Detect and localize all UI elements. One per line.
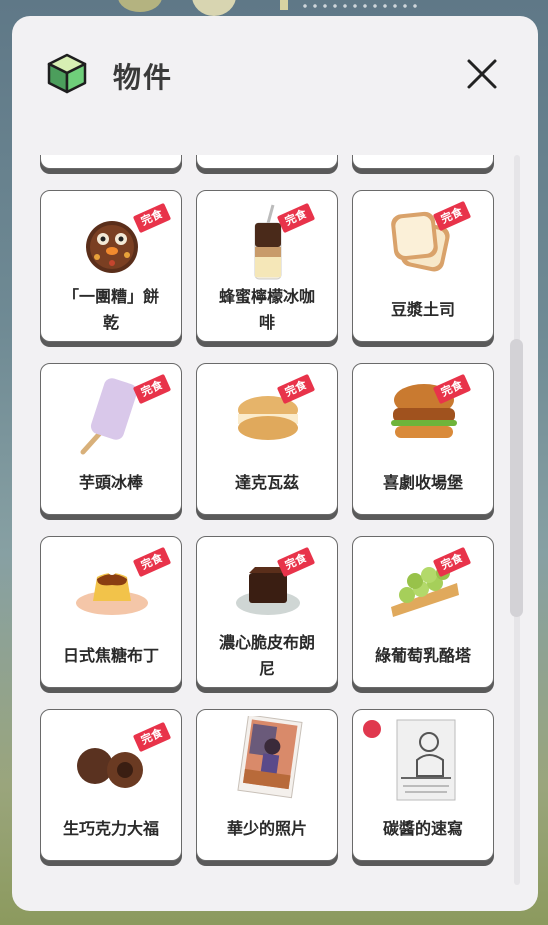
- toast-icon: [391, 211, 450, 272]
- item-card-partial[interactable]: [352, 155, 494, 169]
- item-card[interactable]: 完食 「一團糟」餅乾: [40, 190, 182, 342]
- background-decoration: [300, 2, 420, 10]
- item-label: 芋頭冰棒: [78, 473, 143, 492]
- item-card[interactable]: 完食 濃心脆皮布朗尼: [196, 536, 338, 688]
- item-card[interactable]: 完食 芋頭冰棒: [40, 363, 182, 515]
- background-decoration: [192, 0, 236, 16]
- item-label: 蜂蜜檸檬冰咖啡: [218, 287, 315, 332]
- item-card[interactable]: 完食 生巧克力大福: [40, 709, 182, 861]
- cube-icon: [47, 53, 87, 94]
- items-dialog: 物件 完食 「一團糟」餅乾 完食 蜂蜜檸檬冰咖 啡 完食 豆漿土司 完食 芋頭冰…: [12, 16, 538, 911]
- sketch-icon: [396, 719, 456, 801]
- item-label: 碳醬的速寫: [382, 819, 463, 838]
- item-label: 濃心脆皮布朗尼: [218, 633, 315, 678]
- item-label: 綠葡萄乳酪塔: [374, 646, 471, 665]
- item-label: 豆漿土司: [390, 300, 455, 319]
- grape-tart-icon: [391, 566, 459, 617]
- item-label: 日式焦糖布丁: [62, 646, 159, 665]
- burger-icon: [391, 384, 457, 438]
- item-label: 華少的照片: [226, 819, 307, 838]
- item-card[interactable]: 完食 日式焦糖布丁: [40, 536, 182, 688]
- dialog-title: 物件: [113, 61, 174, 94]
- iced-coffee-icon: [254, 204, 282, 280]
- background-decoration: [280, 0, 288, 10]
- scrollbar-thumb[interactable]: [510, 339, 523, 617]
- items-grid[interactable]: 完食 「一團糟」餅乾 完食 蜂蜜檸檬冰咖啡 完食 豆漿土司 完食 芋頭冰棒 完食…: [12, 155, 538, 895]
- item-card[interactable]: 華少的照片: [196, 709, 338, 861]
- item-card[interactable]: 完食 達克瓦茲: [196, 363, 338, 515]
- item-label: 生巧克力大福: [62, 819, 159, 838]
- item-card-partial[interactable]: [196, 155, 338, 169]
- photo-icon: [237, 716, 303, 799]
- item-card[interactable]: 碳醬的速寫: [352, 709, 494, 861]
- item-card-partial[interactable]: [40, 155, 182, 169]
- item-card[interactable]: 完食 蜂蜜檸檬冰咖啡: [196, 190, 338, 342]
- dacquoise-icon: [238, 396, 298, 440]
- item-card[interactable]: 完食 豆漿土司: [352, 190, 494, 342]
- item-card[interactable]: 完食 喜劇收場堡: [352, 363, 494, 515]
- item-label: 「一團糟」餅乾: [62, 287, 159, 332]
- brownie-icon: [236, 567, 300, 615]
- item-label: 喜劇收場堡: [382, 473, 463, 492]
- close-icon[interactable]: [464, 56, 500, 92]
- item-card[interactable]: 完食 綠葡萄乳酪塔: [352, 536, 494, 688]
- item-label: 達克瓦茲: [234, 473, 299, 492]
- dialog-header: 物件: [12, 16, 538, 136]
- background-decoration: [118, 0, 162, 12]
